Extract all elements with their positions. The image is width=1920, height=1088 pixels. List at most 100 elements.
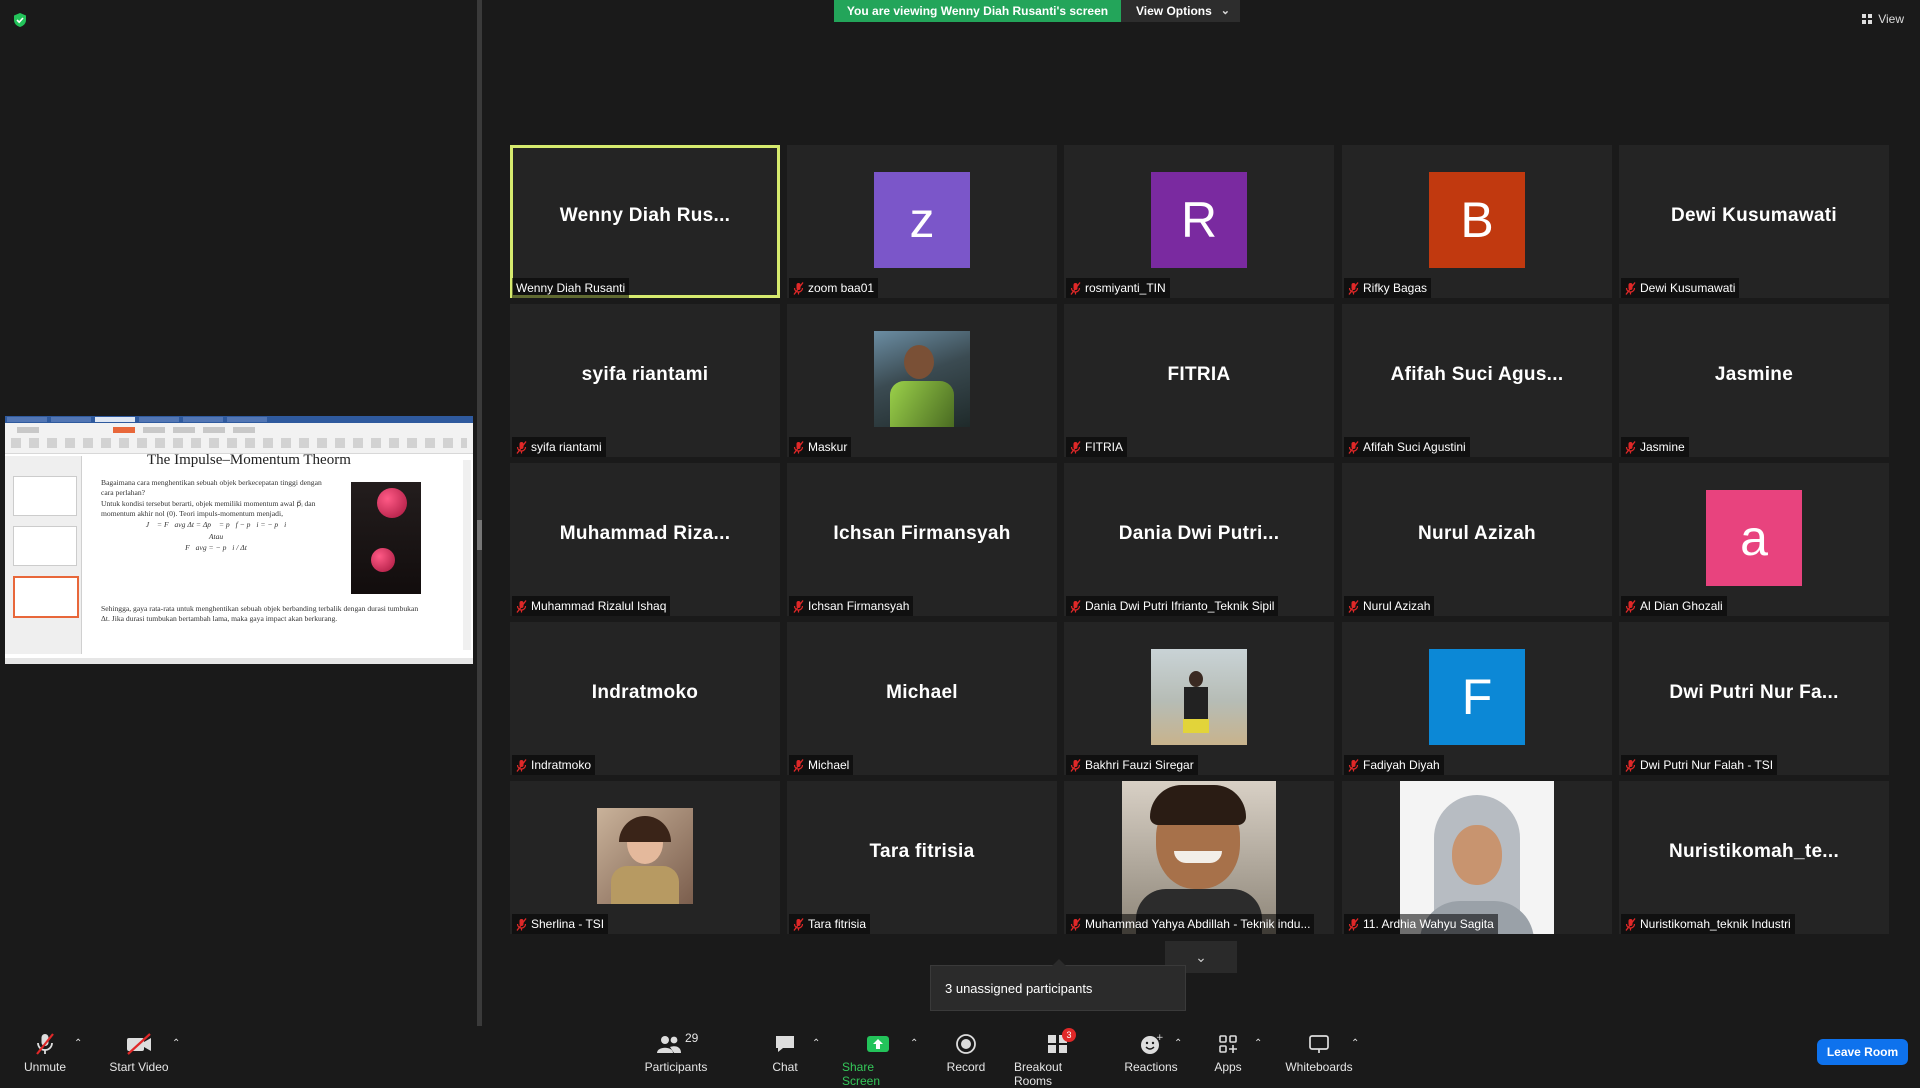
participants-icon <box>657 1036 681 1053</box>
participant-tile[interactable]: a Al Dian Ghozali <box>1619 463 1889 616</box>
split-divider[interactable] <box>477 0 482 1026</box>
participant-tile[interactable]: 11. Ardhia Wahyu Sagita <box>1342 781 1612 934</box>
record-label: Record <box>946 1060 986 1074</box>
participant-tile[interactable]: Michael Michael <box>787 622 1057 775</box>
whiteboards-button[interactable]: Whiteboards <box>1283 1032 1355 1074</box>
participant-name-tag: Muhammad Rizalul Ishaq <box>512 596 671 616</box>
shared-app-titlebar <box>5 416 473 423</box>
participant-tile[interactable]: F Fadiyah Diyah <box>1342 622 1612 775</box>
participant-tile[interactable]: Afifah Suci Agus... Afifah Suci Agustini <box>1342 304 1612 457</box>
participant-name-tag: Ichsan Firmansyah <box>789 596 914 616</box>
chat-button[interactable]: Chat <box>770 1032 800 1074</box>
participant-name: Tara fitrisia <box>808 917 867 931</box>
participant-name: Bakhri Fauzi Siregar <box>1085 758 1194 772</box>
slide-bullet: Bagaimana cara menghentikan sebuah objek… <box>101 478 322 497</box>
participant-name: FITRIA <box>1085 440 1123 454</box>
record-icon <box>956 1034 976 1054</box>
apps-icon <box>1219 1035 1237 1053</box>
participant-display-name: syifa riantami <box>581 364 709 385</box>
participant-name: Dwi Putri Nur Falah - TSI <box>1640 758 1774 772</box>
slide-formula: J⃗ = F⃗avg Δt = Δp⃗ = p⃗f − p⃗i = − p⃗i <box>145 520 287 529</box>
apps-button[interactable]: Apps <box>1213 1032 1243 1074</box>
participant-tile[interactable]: Jasmine Jasmine <box>1619 304 1889 457</box>
unmute-button[interactable]: Unmute <box>22 1032 68 1074</box>
audio-options-caret-icon[interactable]: ⌃ <box>74 1038 82 1049</box>
apps-caret-icon[interactable]: ⌃ <box>1254 1038 1262 1049</box>
mic-muted-icon <box>1070 281 1081 295</box>
breakout-badge: 3 <box>1062 1028 1076 1042</box>
slide-formula: F⃗avg = − p⃗i / Δt <box>185 543 247 552</box>
chat-bubble-icon <box>776 1036 794 1052</box>
participant-name-tag: syifa riantami <box>512 437 606 457</box>
participant-tile[interactable]: Nurul Azizah Nurul Azizah <box>1342 463 1612 616</box>
participant-tile[interactable]: Muhammad Riza... Muhammad Rizalul Ishaq <box>510 463 780 616</box>
participant-name: Dania Dwi Putri Ifrianto_Teknik Sipil <box>1085 599 1275 613</box>
participant-display-name: FITRIA <box>1167 364 1231 385</box>
record-button[interactable]: Record <box>945 1032 987 1074</box>
video-options-caret-icon[interactable]: ⌃ <box>172 1038 180 1049</box>
reactions-caret-icon[interactable]: ⌃ <box>1174 1038 1182 1049</box>
unmute-label: Unmute <box>23 1060 67 1074</box>
chat-options-caret-icon[interactable]: ⌃ <box>812 1038 820 1049</box>
participant-display-name: Dwi Putri Nur Fa... <box>1669 682 1839 703</box>
participant-tile[interactable]: Wenny Diah Rus... Wenny Diah Rusanti <box>510 145 780 298</box>
mic-muted-icon <box>1348 281 1359 295</box>
participant-name: Indratmoko <box>531 758 592 772</box>
participant-tile[interactable]: Dewi Kusumawati Dewi Kusumawati <box>1619 145 1889 298</box>
mic-muted-icon <box>516 440 527 454</box>
participant-tile[interactable]: FITRIA FITRIA <box>1064 304 1334 457</box>
participant-tile[interactable]: Dania Dwi Putri... Dania Dwi Putri Ifrian… <box>1064 463 1334 616</box>
mic-muted-icon <box>1070 599 1081 613</box>
start-video-button[interactable]: Start Video <box>108 1032 170 1074</box>
participant-tile[interactable]: Nuristikomah_te... Nuristikomah_teknik In… <box>1619 781 1889 934</box>
participant-name-tag: Indratmoko <box>512 755 596 775</box>
shared-screen-view[interactable]: The Impulse–Momentum Theorm Bagaimana ca… <box>5 416 473 664</box>
participant-tile[interactable]: Tara fitrisia Tara fitrisia <box>787 781 1057 934</box>
participants-button[interactable]: 29 Participants <box>640 1031 712 1074</box>
participant-name-tag: Dewi Kusumawati <box>1621 278 1740 298</box>
participant-name-tag: Al Dian Ghozali <box>1621 596 1727 616</box>
participant-tile[interactable]: Indratmoko Indratmoko <box>510 622 780 775</box>
participant-name-tag: Dania Dwi Putri Ifrianto_Teknik Sipil <box>1066 596 1279 616</box>
participant-name: Maskur <box>808 440 848 454</box>
participant-tile[interactable]: z zoom baa01 <box>787 145 1057 298</box>
participant-tile[interactable]: syifa riantami syifa riantami <box>510 304 780 457</box>
participant-name: Nuristikomah_teknik Industri <box>1640 917 1791 931</box>
mic-muted-icon <box>793 440 804 454</box>
participant-name: Fadiyah Diyah <box>1363 758 1440 772</box>
shared-slide: The Impulse–Momentum Theorm Bagaimana ca… <box>83 452 459 654</box>
participant-tile[interactable]: Sherlina - TSI <box>510 781 780 934</box>
participant-tile[interactable]: Bakhri Fauzi Siregar <box>1064 622 1334 775</box>
participant-gallery: Wenny Diah Rus... Wenny Diah Rusanti z zoom… <box>510 145 1894 934</box>
mic-muted-icon <box>793 758 804 772</box>
participant-name-tag: 11. Ardhia Wahyu Sagita <box>1344 914 1498 934</box>
share-screen-label: Share Screen <box>842 1060 881 1088</box>
participant-tile[interactable]: Dwi Putri Nur Fa... Dwi Putri Nur Falah -… <box>1619 622 1889 775</box>
unassigned-participants-tooltip[interactable]: 3 unassigned participants <box>930 959 1186 1011</box>
svg-text:+: + <box>1156 1033 1163 1043</box>
mic-muted-icon <box>793 281 804 295</box>
mic-muted-icon <box>793 917 804 931</box>
participant-display-name: Nurul Azizah <box>1418 523 1536 544</box>
mic-muted-icon <box>1348 758 1359 772</box>
participant-tile[interactable]: B Rifky Bagas <box>1342 145 1612 298</box>
view-button[interactable]: View <box>1862 12 1904 26</box>
reactions-button[interactable]: + Reactions <box>1124 1032 1177 1074</box>
start-video-label: Start Video <box>109 1060 169 1074</box>
security-shield-icon[interactable] <box>12 12 28 28</box>
chevron-down-icon: ⌄ <box>1195 948 1207 965</box>
whiteboards-caret-icon[interactable]: ⌃ <box>1351 1038 1359 1049</box>
reactions-smiley-icon: + <box>1141 1033 1163 1054</box>
participant-tile[interactable]: Rrosmiyanti_TIN <box>1064 145 1334 298</box>
participant-tile[interactable]: Muhammad Yahya Abdillah - Teknik indu... <box>1064 781 1334 934</box>
video-off-icon <box>127 1033 151 1055</box>
participant-tile[interactable]: Maskur <box>787 304 1057 457</box>
participant-photo <box>874 331 970 427</box>
participant-photo <box>1151 649 1247 745</box>
split-handle[interactable] <box>477 520 482 550</box>
participant-tile[interactable]: Ichsan Firmansyah Ichsan Firmansyah <box>787 463 1057 616</box>
participant-display-name: Indratmoko <box>591 682 699 703</box>
view-options-button[interactable]: View Options ⌄ <box>1121 0 1240 22</box>
share-options-caret-icon[interactable]: ⌃ <box>910 1038 918 1049</box>
leave-room-button[interactable]: Leave Room <box>1817 1039 1908 1065</box>
